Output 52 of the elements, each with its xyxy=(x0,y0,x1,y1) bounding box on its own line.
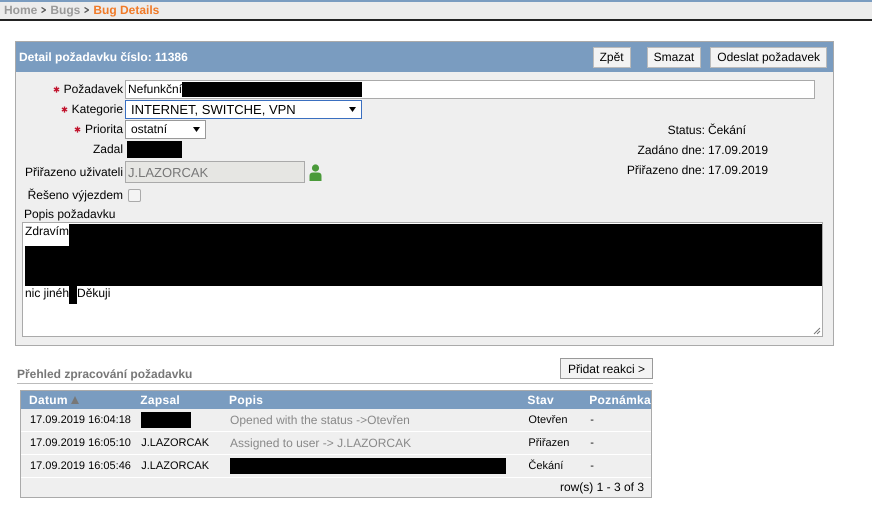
chevron-icon xyxy=(41,7,46,13)
readonly-field: J.LAZORCAK xyxy=(125,161,305,183)
info-label: Přiřazeno dne: xyxy=(626,163,705,177)
field-label: Priorita xyxy=(84,122,123,136)
field-label: Požadavek xyxy=(64,82,123,96)
redaction-bar xyxy=(141,412,192,428)
user-icon[interactable] xyxy=(309,164,322,180)
table-cell: - xyxy=(581,409,651,432)
section-title: Přehled zpracování požadavku xyxy=(17,367,192,382)
table-cell: Přiřazen xyxy=(519,432,582,454)
table-cell: 17.09.2019 16:05:46 xyxy=(21,454,132,478)
description-text: nic jinéh xyxy=(25,286,70,300)
field-label: Řešeno výjezdem xyxy=(28,188,123,202)
table-cell: J.LAZORCAK xyxy=(132,454,222,478)
delete-button[interactable]: Smazat xyxy=(646,46,702,68)
info-label: Zadáno dne: xyxy=(636,143,705,157)
field-label: Kategorie xyxy=(72,102,123,116)
checkbox[interactable] xyxy=(128,188,141,202)
info-value: Čekání xyxy=(708,123,747,137)
text-field[interactable]: Nefunkční xyxy=(125,80,815,98)
back-button[interactable]: Zpět xyxy=(592,46,631,68)
table-cell: Otevřen xyxy=(519,409,582,432)
add-reaction-button[interactable]: Přidat reakci > xyxy=(560,358,653,379)
sort-ascending-icon[interactable] xyxy=(70,396,79,404)
table-cell: 17.09.2019 16:04:18 xyxy=(21,409,132,432)
table-cell: Čekání xyxy=(519,454,582,478)
info-value: 17.09.2019 xyxy=(708,163,768,177)
current-page: Bug Details xyxy=(93,3,160,17)
field-label: Přiřazeno uživateli xyxy=(24,165,123,179)
field-label: Zadal xyxy=(92,142,123,156)
resize-grip-icon[interactable] xyxy=(813,327,821,335)
field-label: Popis požadavku xyxy=(23,206,116,222)
caret-icon xyxy=(193,126,200,132)
table-cell: - xyxy=(581,432,651,454)
table-cell: Assigned to user -> J.LAZORCAK xyxy=(221,432,520,454)
panel-title: Detail požadavku číslo: 11386 xyxy=(19,50,189,64)
caret-icon xyxy=(349,106,356,112)
info-value: 17.09.2019 xyxy=(708,143,768,157)
description-field[interactable]: Zdravím nic jinéh Děkuji xyxy=(22,222,823,337)
submit-button[interactable]: Odeslat požadavek xyxy=(710,46,827,68)
table-cell: - xyxy=(581,454,651,478)
description-text: Zdravím xyxy=(25,224,70,238)
pager-text: row(s) 1 - 3 of 3 xyxy=(558,479,645,496)
redaction-bar xyxy=(127,140,182,158)
table-cell: Opened with the status ->Otevřen xyxy=(221,409,520,432)
info-label: Status: xyxy=(666,123,705,137)
dropdown[interactable]: INTERNET, SWITCHE, VPN xyxy=(125,100,362,118)
chevron-icon xyxy=(84,7,90,13)
table-cell: J.LAZORCAK xyxy=(132,432,222,454)
description-text: Děkuji xyxy=(77,286,110,300)
table-cell: 17.09.2019 16:05:10 xyxy=(21,432,132,454)
dropdown[interactable]: ostatní xyxy=(125,120,206,138)
